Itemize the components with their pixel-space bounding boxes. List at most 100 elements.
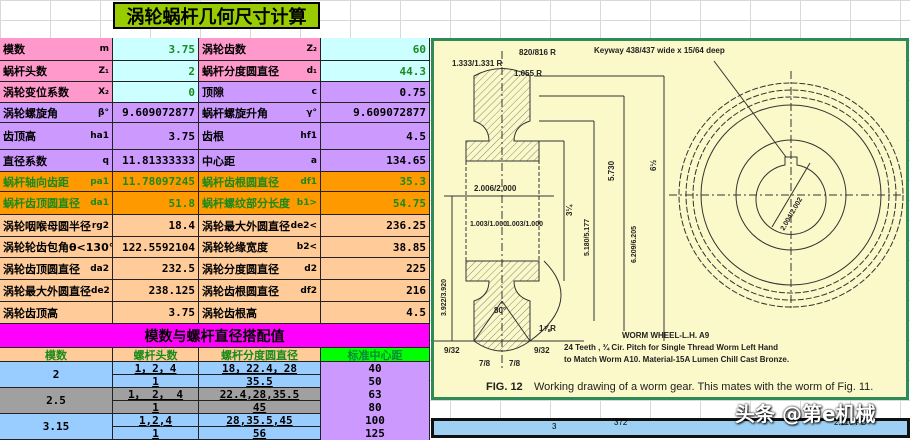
param-value[interactable]: 54.75: [321, 192, 430, 215]
param-symbol: df1: [300, 176, 317, 187]
param-value[interactable]: 3.75: [113, 38, 199, 61]
param-label: 蜗杆分度圆直径 d₁: [199, 61, 321, 82]
param-value[interactable]: 4.5: [321, 302, 430, 324]
param-label: 涡轮齿根圆直径 df2: [199, 280, 321, 302]
thread-count-cell: 1: [113, 401, 199, 414]
param-symbol: a: [310, 155, 317, 166]
param-value[interactable]: 236.25: [321, 215, 430, 237]
svg-text:80°: 80°: [494, 306, 506, 315]
param-name: 蜗杆螺纹部分长度: [202, 197, 290, 210]
watermark: 头条 @第e机械: [735, 402, 876, 426]
param-symbol: da2: [90, 263, 109, 274]
param-name: 蜗杆齿根圆直径: [202, 175, 279, 189]
svg-text:3¼: 3¼: [565, 204, 574, 216]
svg-text:Working drawing of a worm gear: Working drawing of a worm gear. This mat…: [534, 381, 873, 393]
param-value[interactable]: 0.75: [321, 82, 430, 103]
param-name: 蜗杆齿顶圆直径: [3, 197, 80, 210]
param-value[interactable]: 3.75: [113, 302, 199, 324]
param-label: 涡轮咽喉母圆半径 rg2: [0, 215, 113, 237]
param-label: 齿顶高 ha1: [0, 123, 113, 150]
param-symbol: d2: [304, 263, 317, 274]
param-name: 涡轮螺旋角: [3, 106, 58, 120]
param-label: 涡轮最大外圆直径 de2<: [199, 215, 321, 237]
param-value[interactable]: 3.75: [113, 123, 199, 150]
param-symbol: β°: [98, 107, 109, 118]
param-value[interactable]: 216: [321, 280, 430, 302]
dim-label: 372: [614, 418, 628, 427]
param-value[interactable]: 11.81333333: [113, 150, 199, 172]
param-symbol: de2<: [290, 220, 317, 231]
param-symbol: X₂: [98, 87, 109, 97]
svg-text:1.055 R: 1.055 R: [514, 69, 542, 78]
drawing-svg: 820/816 R 1.333/1.331 R 1.055 R Keyway 4…: [434, 46, 904, 393]
svg-text:1.003/1.000: 1.003/1.000: [506, 221, 543, 228]
param-name: 涡轮轮缘宽度: [202, 241, 268, 254]
param-label: 涡轮变位系数 X₂: [0, 82, 113, 103]
thread-count-cell: 1: [113, 375, 199, 388]
param-symbol: d₁: [306, 66, 317, 76]
param-name: 涡轮最大外圆直径: [202, 219, 290, 233]
param-label: 涡轮齿根高: [199, 302, 321, 324]
param-value[interactable]: 134.65: [321, 150, 430, 172]
param-value[interactable]: 9.609072877: [113, 103, 199, 123]
svg-text:9/32: 9/32: [444, 346, 460, 355]
param-value[interactable]: 60: [321, 38, 430, 61]
param-value[interactable]: 18.4: [113, 215, 199, 237]
param-value[interactable]: 225: [321, 258, 430, 280]
svg-text:FIG. 12: FIG. 12: [486, 381, 523, 393]
param-label: 涡轮轮缘宽度 b2<: [199, 237, 321, 258]
param-symbol: b1>: [296, 198, 317, 208]
svg-text:7/8: 7/8: [479, 359, 491, 368]
module-cell: 2: [0, 362, 113, 388]
worm-diameter-cell: 35.5: [199, 375, 321, 388]
param-label: 涡轮轮齿包角θ<130°: [0, 237, 113, 258]
param-value[interactable]: 232.5: [113, 258, 199, 280]
param-label: 直径系数 q: [0, 150, 113, 172]
module-cell: 2.5: [0, 388, 113, 414]
thread-count-cell: 1，2，4: [113, 362, 199, 375]
param-name: 顶隙: [202, 86, 224, 99]
worm-diameter-cell: 56: [199, 427, 321, 440]
svg-text:9/32: 9/32: [534, 346, 550, 355]
svg-text:6.209/6.205: 6.209/6.205: [631, 226, 638, 263]
param-value[interactable]: 38.85: [321, 237, 430, 258]
svg-text:Keyway 438/437 wide x 15/64 de: Keyway 438/437 wide x 15/64 deep: [594, 46, 725, 55]
param-value[interactable]: 35.3: [321, 172, 430, 192]
param-value[interactable]: 122.5592104: [113, 237, 199, 258]
param-name: 涡轮齿根圆直径: [202, 284, 279, 298]
param-value[interactable]: 9.609072877: [321, 103, 430, 123]
worm-diameter-cell: 22.4,28,35.5: [199, 388, 321, 401]
param-value[interactable]: 2: [113, 61, 199, 82]
param-label: 涡轮齿数 Z₂: [199, 38, 321, 61]
svg-text:6½: 6½: [649, 160, 658, 171]
svg-text:5.180/5.177: 5.180/5.177: [584, 219, 591, 256]
thread-count-cell: 1， 2， 4: [113, 388, 199, 401]
param-name: 涡轮齿根高: [202, 306, 257, 320]
param-name: 涡轮轮齿包角θ<130°: [3, 241, 113, 254]
param-value[interactable]: 44.3: [321, 61, 430, 82]
param-value[interactable]: 4.5: [321, 123, 430, 150]
param-label: 模数 m: [0, 38, 113, 61]
param-value[interactable]: 51.8: [113, 192, 199, 215]
svg-text:24 Teeth , ¾ Cir. Pitch for Si: 24 Teeth , ¾ Cir. Pitch for Single Threa…: [564, 343, 778, 352]
match-table-title: 模数与螺杆直径搭配值: [0, 324, 430, 348]
svg-text:2.006/2.000: 2.006/2.000: [474, 184, 517, 193]
param-name: 中心距: [202, 154, 235, 168]
svg-text:1.333/1.331 R: 1.333/1.331 R: [452, 59, 502, 68]
param-name: 涡轮齿顶圆直径: [3, 262, 80, 276]
param-symbol: b2<: [296, 242, 317, 252]
param-value[interactable]: 0: [113, 82, 199, 103]
front-view: [669, 60, 904, 311]
param-symbol: de2: [91, 285, 110, 296]
param-label: 涡轮分度圆直径 d2: [199, 258, 321, 280]
svg-text:to Match Worm A10. Material-1: to Match Worm A10. Material-15A Lumen Ch…: [564, 355, 789, 364]
param-name: 涡轮齿顶高: [3, 306, 58, 320]
param-symbol: df2: [300, 285, 317, 296]
param-name: 直径系数: [3, 154, 47, 168]
param-value[interactable]: 11.78097245: [113, 172, 199, 192]
param-symbol: ha1: [90, 131, 109, 141]
param-symbol: c: [311, 87, 317, 97]
param-label: 蜗杆螺旋升角 γ°: [199, 103, 321, 123]
param-value[interactable]: 238.125: [113, 280, 199, 302]
param-label: 齿根 hf1: [199, 123, 321, 150]
